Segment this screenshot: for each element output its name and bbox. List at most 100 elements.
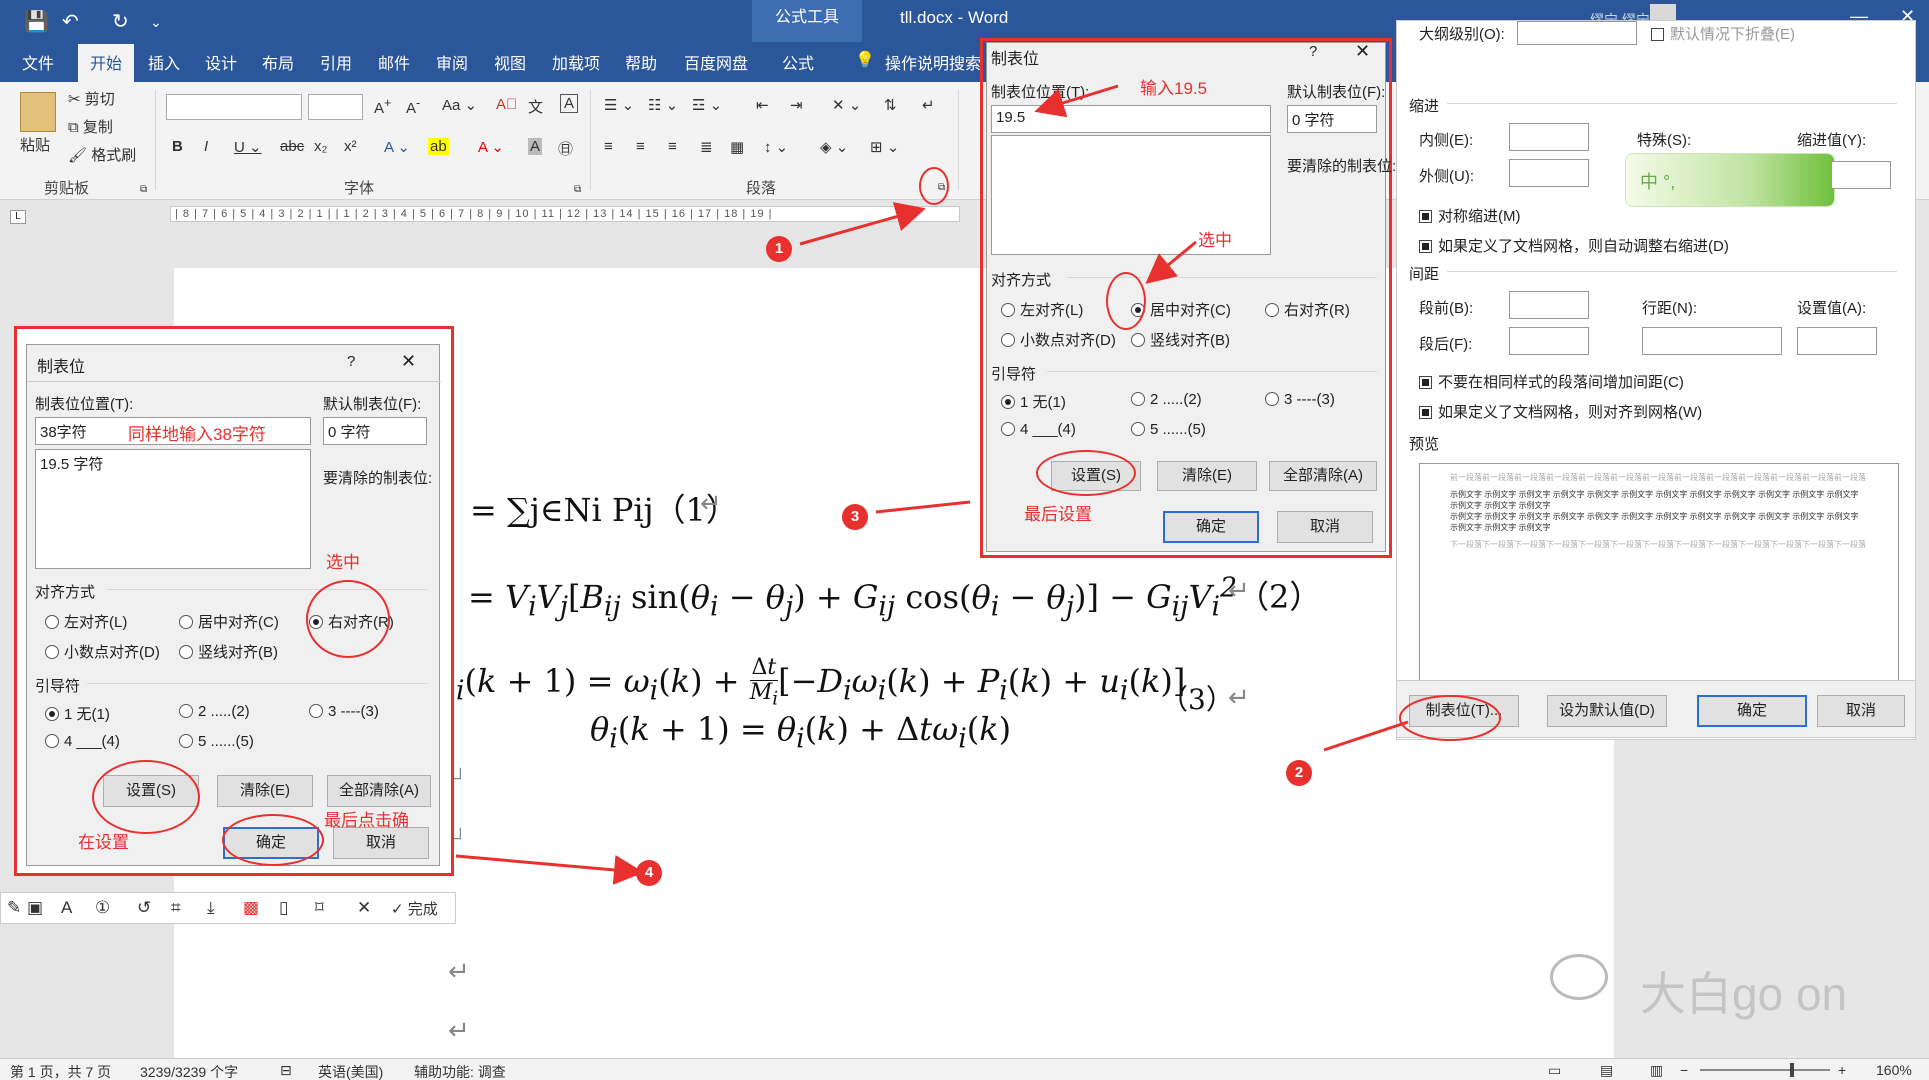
multilevel-icon[interactable]: ☲ ⌄ — [692, 96, 722, 114]
sort-icon[interactable]: ⇅ — [884, 96, 897, 114]
align-right-radio[interactable]: 右对齐(R) — [1265, 299, 1350, 320]
equation-4[interactable]: θi(k + 1) = θi(k) + Δtωi(k) — [590, 710, 1011, 754]
leader-underline-radio[interactable]: 4 ___(4) — [45, 733, 120, 750]
leader-none-radio[interactable]: 1 无(1) — [45, 703, 110, 724]
char-shading-icon[interactable]: A — [528, 138, 543, 155]
tab-position-input[interactable]: 19.5 — [991, 105, 1271, 133]
save-icon[interactable]: 💾 — [24, 9, 49, 34]
align-decimal-radio[interactable]: 小数点对齐(D) — [1001, 329, 1116, 350]
leader-dashes-radio[interactable]: 3 ----(3) — [1265, 391, 1335, 408]
equation-2[interactable]: = ViVj[Bij sin(θi − θj) + Gij cos(θi − θ… — [468, 572, 1321, 622]
leader-dashes-radio[interactable]: 3 ----(3) — [309, 703, 379, 720]
ok-button[interactable]: 确定 — [1163, 511, 1259, 543]
tab-layout[interactable]: 布局 — [262, 50, 294, 74]
clipboard-launcher-icon[interactable]: ⧉ — [140, 184, 147, 195]
leader-middots-radio[interactable]: 5 ......(5) — [1131, 421, 1206, 438]
enclose-char-icon[interactable]: ㊐ — [558, 138, 573, 159]
distributed-icon[interactable]: ▦ — [730, 138, 744, 156]
borders-icon[interactable]: ⊞ ⌄ — [870, 138, 899, 156]
inner-indent-input[interactable] — [1509, 123, 1589, 151]
equation-3[interactable]: i(k + 1) = ωi(k) + Δt Mi[−Diωi(k) + Pi(k)… — [456, 656, 1185, 711]
underline-icon[interactable]: U ⌄ — [234, 138, 262, 156]
customize-qat-icon[interactable]: ⌄ — [150, 14, 162, 31]
print-layout-icon[interactable]: ▤ — [1600, 1062, 1613, 1079]
download-icon[interactable]: ⤓ — [207, 898, 215, 918]
tabs-button[interactable]: 制表位(T)... — [1409, 695, 1519, 727]
web-layout-icon[interactable]: ▥ — [1650, 1062, 1663, 1079]
strikethrough-icon[interactable]: abc — [280, 138, 304, 155]
close-icon[interactable]: ✕ — [357, 898, 371, 918]
paste-icon[interactable] — [20, 92, 56, 132]
leader-none-radio[interactable]: 1 无(1) — [1001, 391, 1066, 412]
outline-level-select[interactable] — [1517, 21, 1637, 45]
outer-indent-input[interactable] — [1509, 159, 1589, 187]
tab-view[interactable]: 视图 — [494, 50, 526, 74]
align-bar-radio[interactable]: 竖线对齐(B) — [179, 641, 278, 662]
justify-icon[interactable]: ≣ — [700, 138, 713, 156]
font-color-icon[interactable]: A ⌄ — [478, 138, 504, 156]
lightbulb-icon[interactable]: 💡 — [855, 50, 875, 70]
format-painter-button[interactable]: 🖌 格式刷 — [68, 144, 136, 165]
clear-format-icon[interactable]: A⃠ — [496, 96, 517, 113]
pen-icon[interactable]: ✎ — [7, 898, 21, 918]
align-decimal-radio[interactable]: 小数点对齐(D) — [45, 641, 160, 662]
show-marks-icon[interactable]: ↵ — [922, 96, 935, 114]
default-tab-input[interactable]: 0 字符 — [323, 417, 427, 445]
zoom-in-icon[interactable]: + — [1838, 1062, 1846, 1078]
align-center-icon[interactable]: ≡ — [636, 138, 645, 155]
redo-icon[interactable]: ↻ — [112, 9, 129, 34]
tab-mailings[interactable]: 邮件 — [378, 50, 410, 74]
para-ok-button[interactable]: 确定 — [1697, 695, 1807, 727]
clear-all-button[interactable]: 全部清除(A) — [327, 775, 431, 807]
undo-icon[interactable]: ↶ — [62, 9, 79, 34]
proofing-icon[interactable]: ⊟ — [280, 1062, 292, 1079]
highlight-icon[interactable]: ab — [428, 138, 449, 155]
align-left-radio[interactable]: 左对齐(L) — [45, 611, 127, 632]
bold-icon[interactable]: B — [172, 138, 183, 155]
cancel-button[interactable]: 取消 — [333, 827, 429, 859]
tab-selector-icon[interactable]: L — [10, 210, 26, 224]
line-spacing-icon[interactable]: ↕ ⌄ — [764, 138, 788, 156]
tab-review[interactable]: 审阅 — [436, 50, 468, 74]
horizontal-ruler[interactable]: | 8 | 7 | 6 | 5 | 4 | 3 | 2 | 1 | | 1 | … — [170, 206, 960, 222]
align-right-icon[interactable]: ≡ — [668, 138, 677, 155]
close-icon[interactable]: ✕ — [401, 351, 416, 372]
paste-button[interactable]: 粘贴 — [20, 134, 50, 155]
crop-icon[interactable]: ⌗ — [171, 898, 181, 918]
tab-design[interactable]: 设计 — [205, 50, 237, 74]
zoom-slider-thumb[interactable] — [1790, 1063, 1794, 1077]
chinese-layout-icon[interactable]: ✕ ⌄ — [832, 96, 861, 114]
help-icon[interactable]: ? — [347, 353, 355, 370]
snap-grid-checkbox[interactable]: 如果定义了文档网格，则对齐到网格(W) — [1419, 401, 1702, 422]
change-case-icon[interactable]: Aa ⌄ — [442, 96, 477, 114]
undo-icon[interactable]: ↺ — [137, 898, 151, 918]
bullets-icon[interactable]: ☰ ⌄ — [604, 96, 634, 114]
align-bar-radio[interactable]: 竖线对齐(B) — [1131, 329, 1230, 350]
zoom-level[interactable]: 160% — [1876, 1062, 1912, 1078]
tab-addins[interactable]: 加载项 — [552, 50, 600, 74]
font-launcher-icon[interactable]: ⧉ — [574, 184, 581, 195]
increase-indent-icon[interactable]: ⇥ — [790, 96, 803, 114]
collapse-checkbox[interactable]: 默认情况下折叠(E) — [1651, 23, 1795, 44]
tab-baidu[interactable]: 百度网盘 — [684, 50, 748, 74]
cut-button[interactable]: ✂ 剪切 — [68, 88, 115, 109]
align-left-radio[interactable]: 左对齐(L) — [1001, 299, 1083, 320]
paragraph-launcher-icon[interactable]: ⧉ — [938, 182, 945, 193]
para-cancel-button[interactable]: 取消 — [1817, 695, 1905, 727]
auto-right-indent-checkbox[interactable]: 如果定义了文档网格，则自动调整右缩进(D) — [1419, 235, 1729, 256]
bookmark-icon[interactable]: ⌑ — [315, 898, 324, 918]
subscript-icon[interactable]: x₂ — [314, 138, 327, 155]
tab-file[interactable]: 文件 — [22, 50, 54, 74]
done-button[interactable]: ✓ 完成 — [391, 898, 438, 919]
close-icon[interactable]: ✕ — [1355, 41, 1370, 62]
set-default-button[interactable]: 设为默认值(D) — [1547, 695, 1667, 727]
grow-font-icon[interactable]: A+ — [374, 96, 391, 117]
clear-all-button[interactable]: 全部清除(A) — [1269, 461, 1377, 491]
accessibility-status[interactable]: 辅助功能: 调查 — [414, 1062, 506, 1080]
phone-icon[interactable]: ▯ — [279, 898, 288, 918]
font-size-select[interactable] — [308, 94, 363, 120]
font-name-select[interactable] — [166, 94, 302, 120]
word-count[interactable]: 3239/3239 个字 — [140, 1062, 238, 1080]
tell-me-search[interactable]: 操作说明搜索 — [885, 50, 981, 74]
language-indicator[interactable]: 英语(美国) — [318, 1062, 383, 1080]
